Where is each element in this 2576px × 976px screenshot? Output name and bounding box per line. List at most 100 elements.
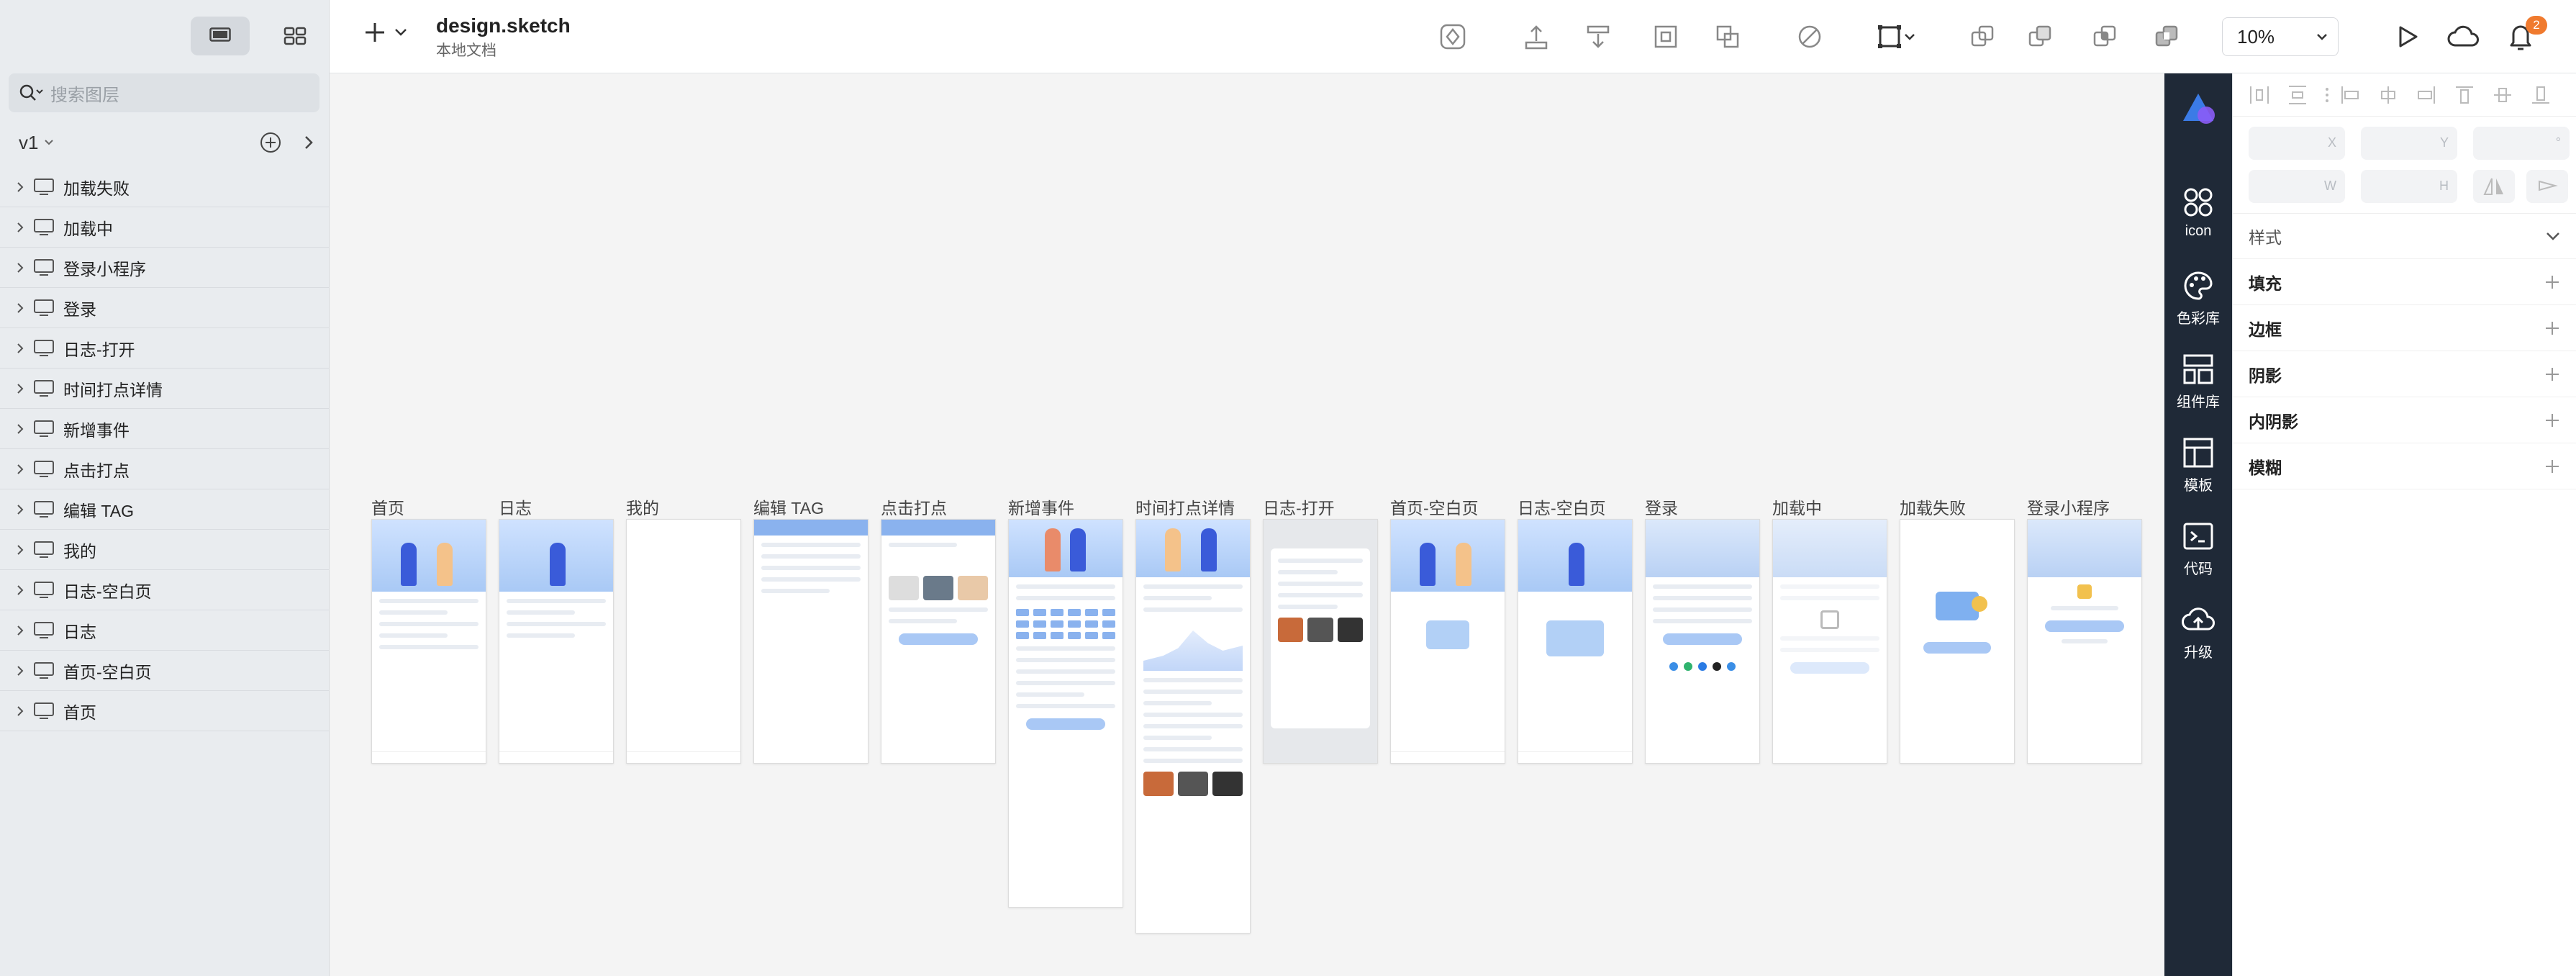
chevron-right-icon[interactable] — [16, 302, 24, 315]
align-right-icon[interactable] — [2414, 83, 2439, 107]
grid-view-button[interactable] — [266, 17, 325, 55]
layer-item[interactable]: 日志-空白页 — [0, 570, 330, 610]
layer-item[interactable]: 新增事件 — [0, 409, 330, 449]
transform-button[interactable] — [1710, 19, 1746, 55]
style-section-header[interactable]: 样式 — [2233, 213, 2576, 259]
more-align-icon[interactable] — [2323, 83, 2331, 107]
chevron-right-icon[interactable] — [16, 543, 24, 556]
layer-item[interactable]: 时间打点详情 — [0, 369, 330, 409]
chevron-right-icon[interactable] — [16, 463, 24, 476]
align-center-horizontal-icon[interactable] — [2376, 83, 2400, 107]
layer-item[interactable]: 首页 — [0, 691, 330, 731]
chevron-right-icon[interactable] — [16, 261, 24, 274]
artboard-home[interactable]: 首页 — [371, 494, 486, 764]
y-field[interactable]: Y — [2361, 127, 2457, 160]
layer-item[interactable]: 首页-空白页 — [0, 651, 330, 691]
layer-item[interactable]: 日志 — [0, 610, 330, 651]
height-field[interactable]: H — [2361, 170, 2457, 203]
insert-button[interactable] — [363, 20, 407, 45]
align-left-icon[interactable] — [2338, 83, 2362, 107]
chevron-right-icon[interactable] — [16, 584, 24, 597]
artboard-edit-tag[interactable]: 编辑 TAG — [753, 494, 869, 764]
border-property[interactable]: 边框 — [2233, 305, 2576, 351]
blur-property[interactable]: 模糊 — [2233, 443, 2576, 489]
x-field[interactable]: X — [2249, 127, 2345, 160]
cloud-button[interactable] — [2442, 19, 2485, 55]
align-middle-icon[interactable] — [2490, 83, 2515, 107]
tool-template[interactable]: 模板 — [2164, 436, 2232, 494]
chevron-right-icon[interactable] — [16, 705, 24, 718]
layer-item[interactable]: 登录小程序 — [0, 248, 330, 288]
align-bottom-icon[interactable] — [2529, 83, 2553, 107]
artboard-login-miniapp[interactable]: 登录小程序 — [2027, 494, 2142, 764]
layer-item[interactable]: 加载失败 — [0, 167, 330, 207]
layer-item[interactable]: 编辑 TAG — [0, 489, 330, 530]
add-inner-shadow-icon[interactable] — [2544, 412, 2560, 428]
layer-item[interactable]: 登录 — [0, 288, 330, 328]
frame-button[interactable] — [1648, 19, 1684, 55]
distribute-horizontal-icon[interactable] — [2247, 83, 2272, 107]
artboard-time-detail[interactable]: 时间打点详情 — [1135, 494, 1251, 934]
artboard-log-empty[interactable]: 日志-空白页 — [1518, 494, 1633, 764]
layer-search-input[interactable]: 搜索图层 — [9, 73, 319, 112]
layer-item[interactable]: 我的 — [0, 530, 330, 570]
union-button[interactable] — [1964, 19, 2000, 55]
layer-name: 加载失败 — [63, 179, 130, 198]
chevron-right-icon[interactable] — [16, 423, 24, 435]
zoom-select[interactable]: 10% — [2222, 17, 2339, 56]
flip-horizontal-button[interactable] — [2473, 170, 2515, 203]
artboard-add-event[interactable]: 新增事件 — [1008, 494, 1123, 908]
add-shadow-icon[interactable] — [2544, 366, 2560, 382]
distribute-button[interactable] — [1580, 19, 1616, 55]
chevron-right-icon[interactable] — [16, 382, 24, 395]
chevron-right-icon[interactable] — [16, 221, 24, 234]
artboard-log-open[interactable]: 日志-打开 — [1263, 494, 1378, 764]
chevron-right-icon[interactable] — [16, 181, 24, 194]
tool-components[interactable]: 组件库 — [2164, 353, 2232, 411]
resize-button[interactable] — [1867, 19, 1924, 55]
flip-vertical-button[interactable] — [2526, 170, 2568, 203]
preview-button[interactable] — [2389, 19, 2425, 55]
chevron-right-icon[interactable] — [16, 624, 24, 637]
chevron-right-icon[interactable] — [16, 342, 24, 355]
add-border-icon[interactable] — [2544, 320, 2560, 336]
artboard-mine[interactable]: 我的 — [626, 494, 741, 764]
distribute-vertical-icon[interactable] — [2285, 83, 2310, 107]
intersect-button[interactable] — [2087, 19, 2123, 55]
plugin-strip: icon 色彩库 组件库 模板 代码 升级 — [2164, 73, 2232, 976]
tool-upgrade[interactable]: 升级 — [2164, 603, 2232, 661]
page-view-button[interactable] — [191, 17, 250, 55]
layer-item[interactable]: 点击打点 — [0, 449, 330, 489]
width-field[interactable]: W — [2249, 170, 2345, 203]
mask-button[interactable] — [1792, 19, 1828, 55]
fill-property[interactable]: 填充 — [2233, 259, 2576, 305]
difference-button[interactable] — [2149, 19, 2185, 55]
artboard-login[interactable]: 登录 — [1645, 494, 1760, 764]
layer-item[interactable]: 加载中 — [0, 207, 330, 248]
tool-icon[interactable]: icon — [2164, 186, 2232, 240]
add-fill-icon[interactable] — [2544, 274, 2560, 290]
chevron-right-icon[interactable] — [16, 664, 24, 677]
artboard-home-empty[interactable]: 首页-空白页 — [1390, 494, 1505, 764]
artboard-loading[interactable]: 加载中 — [1772, 494, 1887, 764]
export-button[interactable] — [1518, 19, 1554, 55]
chevron-down-icon[interactable] — [44, 139, 54, 146]
rotation-field[interactable]: ° — [2473, 127, 2570, 160]
inner-shadow-property[interactable]: 内阴影 — [2233, 397, 2576, 443]
add-page-icon[interactable] — [259, 131, 282, 154]
design-canvas[interactable]: 首页 日志 我的 编辑 TAG 点击打点 新增事件 时间打点详情 日志-打开 首… — [330, 73, 2164, 976]
artboard-click-mark[interactable]: 点击打点 — [881, 494, 996, 764]
tool-palette[interactable]: 色彩库 — [2164, 269, 2232, 327]
layer-item[interactable]: 日志-打开 — [0, 328, 330, 369]
shadow-property[interactable]: 阴影 — [2233, 351, 2576, 397]
subtract-button[interactable] — [2022, 19, 2058, 55]
symbol-button[interactable] — [1435, 19, 1471, 55]
align-top-icon[interactable] — [2452, 83, 2477, 107]
chevron-right-icon[interactable] — [304, 135, 314, 150]
add-blur-icon[interactable] — [2544, 458, 2560, 474]
artboard-load-failed[interactable]: 加载失败 — [1900, 494, 2015, 764]
version-selector[interactable]: v1 — [19, 132, 38, 154]
chevron-right-icon[interactable] — [16, 503, 24, 516]
artboard-log[interactable]: 日志 — [499, 494, 614, 764]
tool-code[interactable]: 代码 — [2164, 520, 2232, 578]
